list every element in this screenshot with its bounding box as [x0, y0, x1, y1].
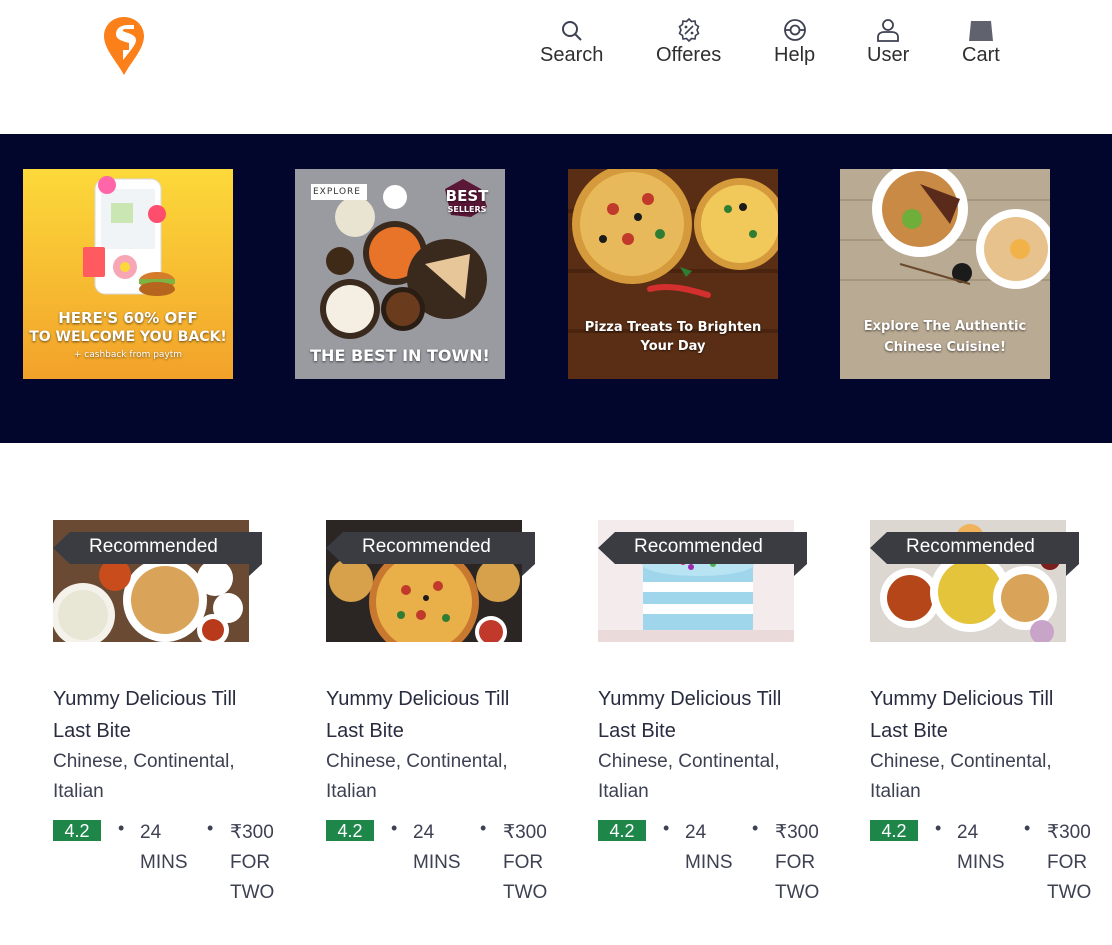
nav-cart-label: Cart [962, 44, 1000, 66]
delivery-time: 24 MINS [957, 822, 1005, 873]
offer-card-pizza[interactable]: Pizza Treats To Brighten Your Day [568, 169, 778, 379]
offer-card-welcome[interactable]: HERE'S 60% OFF TO WELCOME YOU BACK! + ca… [23, 169, 233, 379]
price-for-two: ₹300 FOR TWO [230, 822, 275, 903]
separator-dot: • [480, 818, 487, 838]
nav-help[interactable]: Help [774, 18, 815, 67]
restaurant-name: Yummy Delicious Till Last Bite [870, 688, 1054, 742]
restaurant-meta: 4.2 • 24 MINS • ₹300 FOR TWO [53, 818, 293, 908]
pizza-caption-line1: Pizza Treats To Brighten [584, 320, 762, 335]
rating-badge: 4.2 [53, 820, 101, 841]
cart-icon [968, 18, 994, 42]
separator-dot: • [935, 818, 942, 838]
nav-offers[interactable]: Offeres [656, 18, 721, 67]
recommended-label: Recommended [634, 536, 763, 557]
restaurant-cuisine: Chinese, Continental, Italian [53, 751, 235, 802]
sellers-badge: SELLERS [447, 205, 487, 214]
best-in-town-caption: THE BEST IN TOWN! [310, 346, 490, 365]
price-for-two: ₹300 FOR TWO [1047, 822, 1092, 903]
offers-banner: HERE'S 60% OFF TO WELCOME YOU BACK! + ca… [0, 134, 1112, 443]
offer-card-best-sellers[interactable]: EXPLORE BEST SELLERS THE BEST IN TOWN! [295, 169, 505, 379]
header: Search Offeres Help User Cart [0, 0, 1112, 134]
price-for-two: ₹300 FOR TWO [775, 822, 820, 903]
separator-dot: • [118, 818, 125, 838]
best-badge: BEST [445, 187, 489, 205]
restaurant-meta: 4.2 • 24 MINS • ₹300 FOR TWO [326, 818, 566, 908]
nav-offers-label: Offeres [656, 44, 722, 66]
nav-search-label: Search [540, 44, 604, 66]
delivery-time: 24 MINS [140, 822, 188, 873]
rating-badge: 4.2 [870, 820, 918, 841]
rating-badge: 4.2 [598, 820, 646, 841]
welcome-offer-illustration [23, 169, 233, 379]
delivery-time: 24 MINS [413, 822, 461, 873]
discount-icon [677, 18, 701, 42]
explore-tag: EXPLORE [313, 187, 361, 197]
restaurant-name: Yummy Delicious Till Last Bite [326, 688, 510, 742]
restaurant-name: Yummy Delicious Till Last Bite [53, 688, 237, 742]
welcome-offer-line1: HERE'S 60% OFF [58, 309, 198, 327]
user-icon [876, 18, 900, 42]
nav-search[interactable]: Search [540, 18, 603, 67]
nav-user[interactable]: User [867, 18, 909, 67]
recommended-label: Recommended [89, 536, 218, 557]
nav-cart[interactable]: Cart [962, 18, 1000, 67]
separator-dot: • [391, 818, 398, 838]
delivery-time: 24 MINS [685, 822, 733, 873]
nav-user-label: User [867, 44, 910, 66]
search-icon [561, 18, 583, 42]
welcome-offer-line3: + cashback from paytm [73, 350, 183, 360]
separator-dot: • [1024, 818, 1031, 838]
recommended-label: Recommended [362, 536, 491, 557]
swiggy-logo[interactable] [103, 16, 145, 76]
rating-badge: 4.2 [326, 820, 374, 841]
welcome-offer-line2: TO WELCOME YOU BACK! [29, 329, 227, 345]
restaurant-cuisine: Chinese, Continental, Italian [870, 751, 1052, 802]
separator-dot: • [207, 818, 214, 838]
offer-card-chinese[interactable]: Explore The Authentic Chinese Cuisine! [840, 169, 1050, 379]
price-for-two: ₹300 FOR TWO [503, 822, 548, 903]
restaurant-name: Yummy Delicious Till Last Bite [598, 688, 782, 742]
nav-help-label: Help [774, 44, 816, 66]
restaurant-cuisine: Chinese, Continental, Italian [326, 751, 508, 802]
separator-dot: • [663, 818, 670, 838]
separator-dot: • [752, 818, 759, 838]
pizza-caption-line2: Your Day [640, 339, 706, 354]
chinese-caption-line2: Chinese Cuisine! [884, 340, 1006, 355]
restaurant-meta: 4.2 • 24 MINS • ₹300 FOR TWO [598, 818, 838, 908]
help-icon [783, 18, 807, 42]
chinese-caption-line1: Explore The Authentic [863, 319, 1027, 334]
recommended-label: Recommended [906, 536, 1035, 557]
restaurant-cuisine: Chinese, Continental, Italian [598, 751, 780, 802]
restaurant-meta: 4.2 • 24 MINS • ₹300 FOR TWO [870, 818, 1110, 908]
